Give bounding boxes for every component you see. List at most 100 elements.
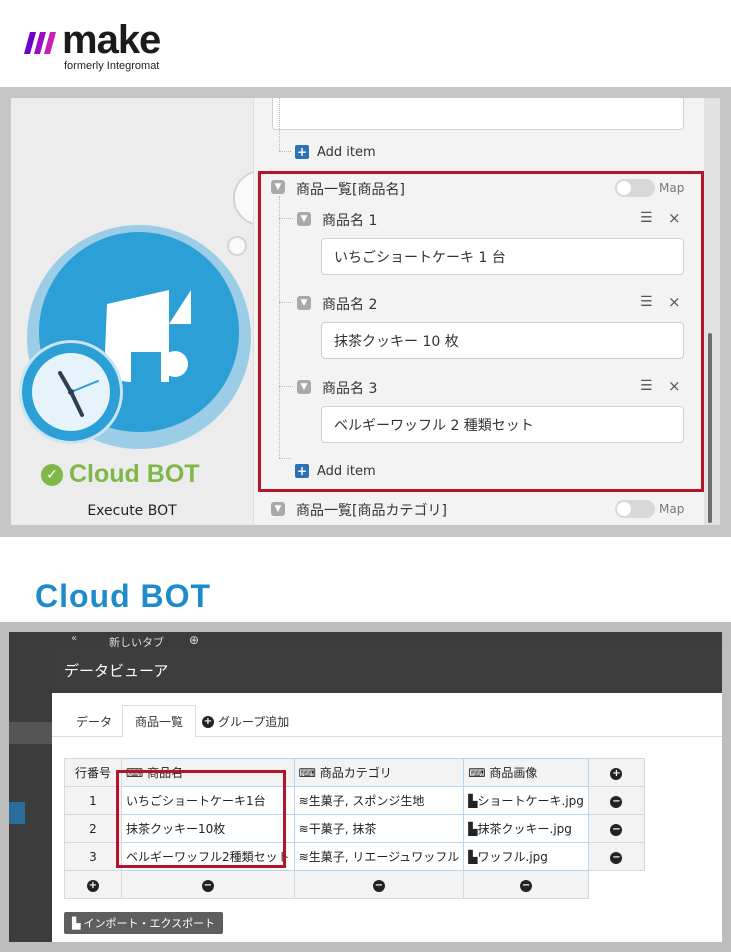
tree-line <box>279 218 293 219</box>
reorder-handle-icon[interactable]: ☰ <box>640 294 653 310</box>
image-filename: 抹茶クッキー.jpg <box>477 822 572 836</box>
file-icon: ▙ <box>468 822 478 836</box>
chevron-down-icon[interactable]: ▼ <box>271 502 285 516</box>
make-screenshot-frame: ✓ Cloud BOT Execute BOT + Add item ▼ 商品一… <box>0 87 731 537</box>
column-header-category[interactable]: ⌨ 商品カテゴリ <box>293 758 465 787</box>
tree-line <box>279 151 291 152</box>
tree-line <box>279 98 280 151</box>
module-canvas: ✓ Cloud BOT Execute BOT <box>11 98 289 525</box>
layers-icon: ≋ <box>298 794 309 808</box>
plus-circle-icon: + <box>202 715 214 728</box>
tab-add-group-label: グループ追加 <box>218 715 290 729</box>
column-header-name[interactable]: ⌨ 商品名 <box>121 758 295 787</box>
side-panel-strip <box>9 802 25 824</box>
tab-data[interactable]: データ <box>64 705 124 738</box>
side-panel-strip <box>9 722 52 744</box>
remove-row-icon[interactable]: − <box>610 852 623 864</box>
settings-scrollbar[interactable] <box>704 98 720 525</box>
name-cell[interactable]: ベルギーワッフル2種類セット <box>121 842 295 871</box>
cloud-bot-heading: Cloud BOT <box>35 578 212 614</box>
category-text: 生菓子, スポンジ生地 <box>308 794 425 808</box>
module-name: Cloud BOT <box>69 460 200 488</box>
add-row-cell: + <box>64 870 122 899</box>
chevron-down-icon[interactable]: ▼ <box>297 296 311 310</box>
remove-row-cell: − <box>587 786 645 815</box>
make-logo-subtitle: formerly Integromat <box>64 60 160 72</box>
remove-row-cell: − <box>587 814 645 843</box>
image-cell[interactable]: ▙ワッフル.jpg <box>463 842 589 871</box>
item-value-field[interactable]: ベルギーワッフル 2 種類セット <box>321 406 684 443</box>
make-logo-text: make <box>62 18 161 62</box>
table-header-row: 行番号 ⌨ 商品名 ⌨ 商品カテゴリ ⌨ 商品画像 + <box>64 758 645 787</box>
chevron-down-icon[interactable]: ▼ <box>297 212 311 226</box>
remove-item-icon[interactable]: × <box>668 293 681 311</box>
next-section-title: 商品一覧[商品カテゴリ] <box>296 503 447 519</box>
chevron-down-icon[interactable]: ▼ <box>271 180 285 194</box>
keyboard-icon: ⌨ <box>126 766 148 780</box>
column-header-row-number: 行番号 <box>64 758 122 787</box>
name-cell[interactable]: 抹茶クッキー10枚 <box>121 814 295 843</box>
product-table: 行番号 ⌨ 商品名 ⌨ 商品カテゴリ ⌨ 商品画像 + 1 いちごショートケーキ… <box>64 758 645 899</box>
import-export-button[interactable]: ▙ インポート・エクスポート <box>64 912 224 934</box>
layers-icon: ≋ <box>298 822 309 836</box>
keyboard-icon: ⌨ <box>298 766 320 780</box>
add-column-icon[interactable]: + <box>610 768 623 780</box>
column-header-image[interactable]: ⌨ 商品画像 <box>463 758 589 787</box>
row-number: 1 <box>64 786 122 815</box>
item-value-field[interactable]: 抹茶クッキー 10 枚 <box>321 322 684 359</box>
remove-column-icon[interactable]: − <box>201 880 214 892</box>
map-toggle[interactable] <box>615 500 655 518</box>
add-item-button-top[interactable]: Add item <box>317 145 376 160</box>
file-icon: ▙ <box>468 794 478 808</box>
file-icon: ▙ <box>468 850 478 864</box>
category-cell[interactable]: ≋干菓子, 抹茶 <box>293 814 465 843</box>
remove-row-icon[interactable]: − <box>610 824 623 836</box>
remove-item-icon[interactable]: × <box>668 209 681 227</box>
add-row-icon[interactable]: + <box>87 880 99 892</box>
map-label: Map <box>659 502 685 516</box>
image-cell[interactable]: ▙抹茶クッキー.jpg <box>463 814 589 843</box>
name-cell[interactable]: いちごショートケーキ1台 <box>121 786 295 815</box>
add-item-plus-icon[interactable]: + <box>295 464 309 478</box>
image-filename: ワッフル.jpg <box>477 850 548 864</box>
section-title: 商品一覧[商品名] <box>296 182 405 198</box>
table-row: 1 いちごショートケーキ1台 ≋生菓子, スポンジ生地 ▙ショートケーキ.jpg… <box>64 786 645 815</box>
remove-row-icon[interactable]: − <box>610 796 623 808</box>
remove-row-cell: − <box>587 842 645 871</box>
column-header-label: 商品カテゴリ <box>319 766 392 780</box>
scrollbar-thumb[interactable] <box>708 333 712 523</box>
add-item-button[interactable]: Add item <box>317 464 376 479</box>
add-column-cell: + <box>587 758 645 787</box>
remove-column-cell: − <box>463 870 589 899</box>
remove-item-icon[interactable]: × <box>668 377 681 395</box>
tree-line <box>279 458 291 459</box>
table-footer-row: + − − − <box>64 870 645 899</box>
add-item-plus-icon[interactable]: + <box>295 145 309 159</box>
collapse-icon[interactable]: « <box>71 633 77 644</box>
chevron-down-icon[interactable]: ▼ <box>297 380 311 394</box>
data-viewer-title: データビューア <box>52 648 722 693</box>
remove-column-cell: − <box>121 870 295 899</box>
map-toggle[interactable] <box>615 179 655 197</box>
module-settings-panel: + Add item ▼ 商品一覧[商品名] Map ▼ 商品名 1 ☰ × い… <box>253 98 704 525</box>
check-circle-icon: ✓ <box>41 463 63 486</box>
remove-column-icon[interactable]: − <box>372 880 385 892</box>
make-scenario-editor: ✓ Cloud BOT Execute BOT + Add item ▼ 商品一… <box>11 98 720 525</box>
make-logo-icon <box>24 32 56 54</box>
add-tab-icon[interactable]: ⊕ <box>189 633 199 647</box>
tree-line <box>279 386 293 387</box>
tab-add-group[interactable]: + グループ追加 <box>190 705 301 738</box>
previous-item-field[interactable] <box>272 98 684 130</box>
image-cell[interactable]: ▙ショートケーキ.jpg <box>463 786 589 815</box>
cloud-bot-screenshot-frame: 新しいタブ ⊕ « データビューア データ 商品一覧 + グループ追加 行番号 … <box>0 622 731 952</box>
data-viewer-dialog: データビューア データ 商品一覧 + グループ追加 行番号 ⌨ 商品名 ⌨ 商品… <box>52 648 722 942</box>
reorder-handle-icon[interactable]: ☰ <box>640 378 653 394</box>
reorder-handle-icon[interactable]: ☰ <box>640 210 653 226</box>
remove-column-icon[interactable]: − <box>520 880 533 892</box>
category-cell[interactable]: ≋生菓子, スポンジ生地 <box>293 786 465 815</box>
category-cell[interactable]: ≋生菓子, リエージュワッフル <box>293 842 465 871</box>
tree-line <box>279 196 280 458</box>
schedule-clock-icon <box>19 340 123 444</box>
item-value-field[interactable]: いちごショートケーキ 1 台 <box>321 238 684 275</box>
tab-product-list[interactable]: 商品一覧 <box>122 705 197 738</box>
